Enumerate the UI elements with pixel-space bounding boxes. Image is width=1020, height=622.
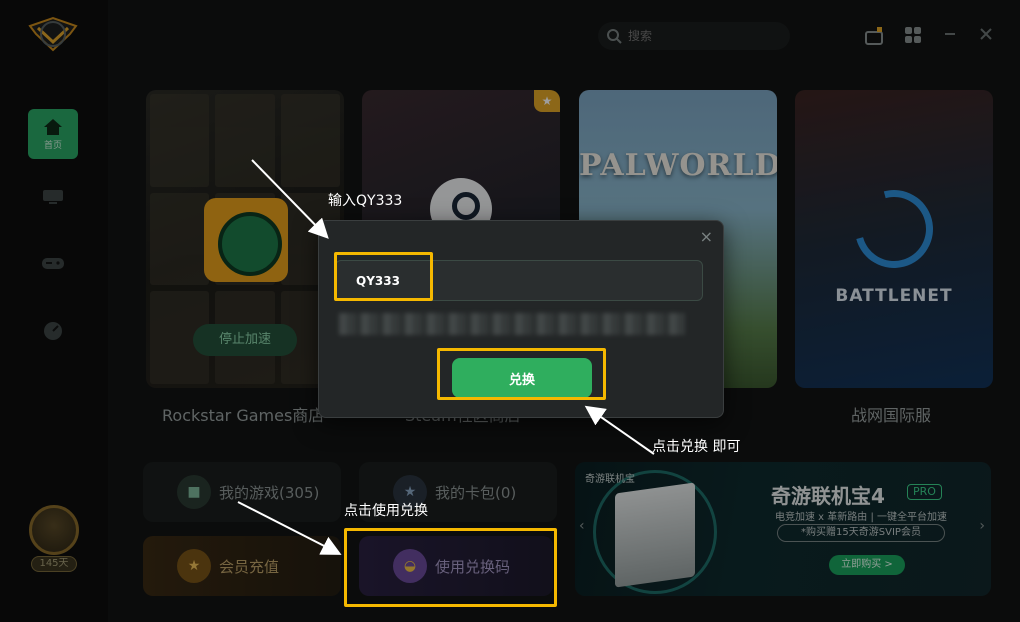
- step-click-redeem-note: 点击兑换 即可: [652, 439, 741, 455]
- highlight-redeem-tile: [344, 528, 557, 607]
- blurred-hint-text: [339, 313, 685, 335]
- step-input-note: 输入QY333: [328, 193, 403, 209]
- highlight-redeem-button: [437, 348, 606, 400]
- step-use-code-note: 点击使用兑换: [344, 503, 428, 519]
- highlight-code-input: [334, 252, 433, 301]
- dialog-close-icon[interactable]: ×: [700, 227, 713, 246]
- app-window: 首页 145天 停止加速 ★ PALWORL: [0, 0, 1020, 622]
